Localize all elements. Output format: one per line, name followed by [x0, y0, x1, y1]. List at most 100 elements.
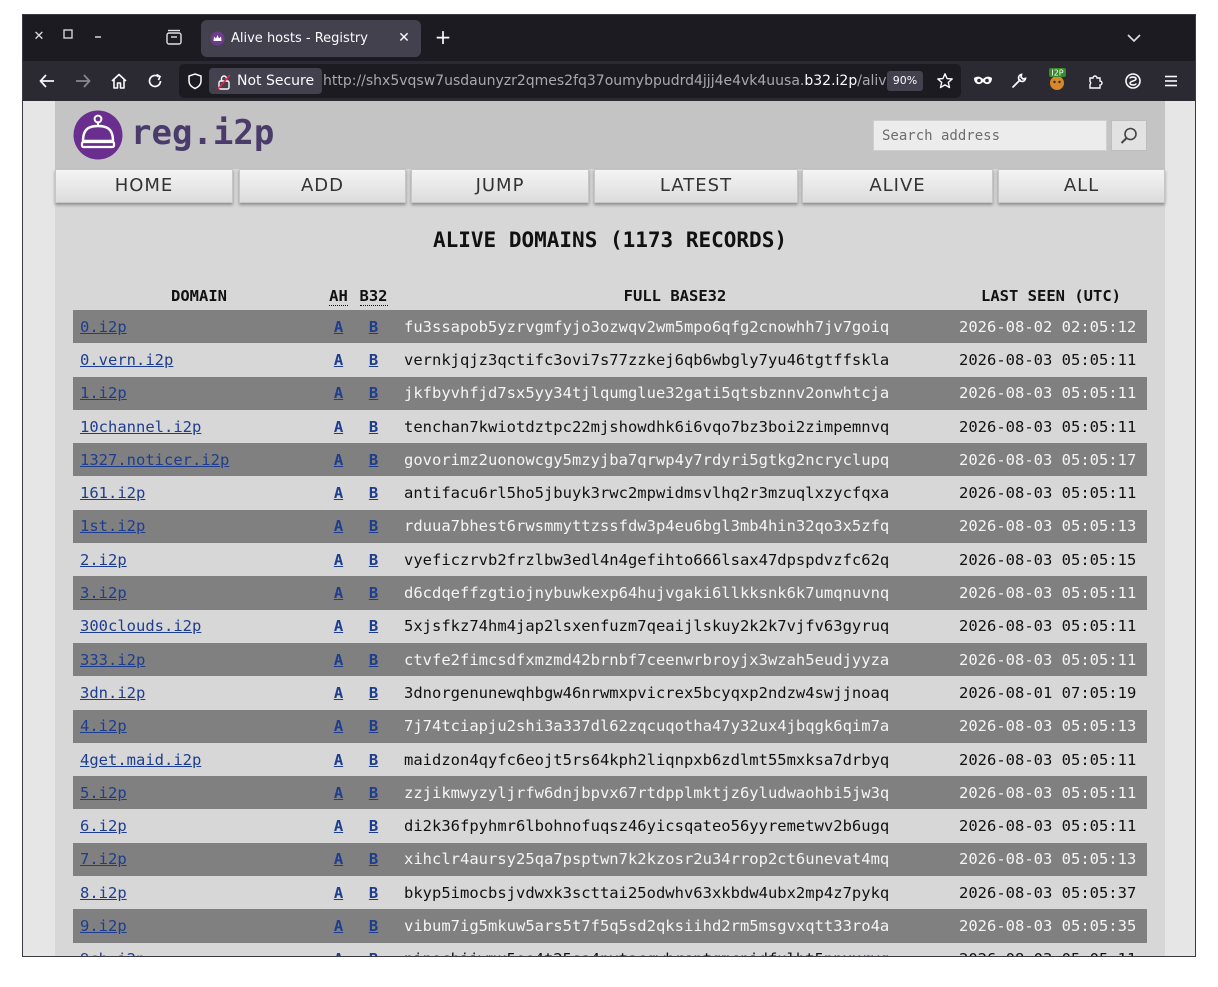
base32-link[interactable]: B: [369, 950, 378, 956]
table-row: 7.i2p A Bxihclr4aursy25qa7psptwn7k2kzosr2u…: [73, 842, 1147, 877]
base32-link[interactable]: B: [369, 617, 378, 635]
addresshelper-link[interactable]: A: [334, 584, 343, 602]
account-sync-icon[interactable]: [1119, 67, 1147, 95]
addresshelper-link[interactable]: A: [334, 917, 343, 935]
wrench-icon[interactable]: [1005, 67, 1033, 95]
reload-icon[interactable]: [141, 67, 169, 95]
base32-link[interactable]: B: [369, 551, 378, 569]
addresshelper-link[interactable]: A: [334, 850, 343, 868]
zoom-level-button[interactable]: 90%: [887, 71, 923, 91]
base32-link[interactable]: B: [369, 484, 378, 502]
base32-link[interactable]: B: [369, 884, 378, 902]
base32-link[interactable]: B: [369, 451, 378, 469]
domain-link[interactable]: 3dn.i2p: [80, 684, 145, 702]
crown-logo-icon[interactable]: [73, 110, 123, 160]
menu-add[interactable]: ADD: [239, 169, 406, 203]
base32-link[interactable]: B: [369, 351, 378, 369]
domain-link[interactable]: 9ch.i2p: [80, 950, 145, 956]
base32-link[interactable]: B: [369, 850, 378, 868]
domain-link[interactable]: 1st.i2p: [80, 517, 145, 535]
domain-link[interactable]: 161.i2p: [80, 484, 145, 502]
domain-link[interactable]: 1.i2p: [80, 384, 127, 402]
addresshelper-link[interactable]: A: [334, 551, 343, 569]
window-minimize-icon[interactable]: [88, 27, 108, 47]
hamburger-menu-icon[interactable]: [1157, 67, 1185, 95]
addresshelper-link[interactable]: A: [334, 651, 343, 669]
addresshelper-link[interactable]: A: [334, 784, 343, 802]
domain-link[interactable]: 333.i2p: [80, 651, 145, 669]
new-tab-icon[interactable]: +: [431, 26, 455, 50]
base32-link[interactable]: B: [369, 784, 378, 802]
url-text[interactable]: http://shx5vqsw7usdaunyzr2qmes2fq37oumyb…: [323, 64, 895, 98]
window-maximize-icon[interactable]: [58, 27, 78, 47]
extensions-puzzle-icon[interactable]: [1081, 67, 1109, 95]
menu-jump[interactable]: JUMP: [411, 169, 589, 203]
addresshelper-link[interactable]: A: [334, 617, 343, 635]
search-button[interactable]: [1111, 120, 1147, 151]
domain-cell: 10channel.i2p: [73, 410, 325, 443]
addresshelper-link[interactable]: A: [334, 318, 343, 336]
addresshelper-link[interactable]: A: [334, 817, 343, 835]
addresshelper-link[interactable]: A: [334, 451, 343, 469]
not-secure-indicator[interactable]: Not Secure: [209, 68, 323, 94]
tab-close-icon[interactable]: ✕: [395, 29, 413, 47]
forward-icon[interactable]: [69, 67, 97, 95]
domain-link[interactable]: 6.i2p: [80, 817, 127, 835]
addresshelper-link[interactable]: A: [334, 717, 343, 735]
domain-link[interactable]: 9.i2p: [80, 917, 127, 935]
window-close-icon[interactable]: ✕: [29, 27, 49, 47]
last-seen-cell: 2026-08-03 05:05:17: [955, 443, 1147, 477]
base32-link[interactable]: B: [369, 684, 378, 702]
home-icon[interactable]: [105, 67, 133, 95]
domain-cell: 0.i2p: [73, 310, 325, 344]
addresshelper-link[interactable]: A: [334, 418, 343, 436]
base32-link[interactable]: B: [369, 318, 378, 336]
tab-alive-hosts[interactable]: Alive hosts - Registry ✕: [201, 20, 421, 57]
domain-link[interactable]: 5.i2p: [80, 784, 127, 802]
base32-link[interactable]: B: [369, 917, 378, 935]
domain-link[interactable]: 1327.noticer.i2p: [80, 451, 229, 469]
domain-link[interactable]: 8.i2p: [80, 884, 127, 902]
domain-link[interactable]: 0.vern.i2p: [80, 351, 173, 369]
search-address-input[interactable]: [873, 120, 1107, 151]
base32-link[interactable]: B: [369, 751, 378, 769]
bookmark-star-icon[interactable]: [931, 67, 959, 95]
addresshelper-link[interactable]: A: [334, 351, 343, 369]
addresshelper-link[interactable]: A: [334, 517, 343, 535]
addresshelper-link[interactable]: A: [334, 751, 343, 769]
addresshelper-link[interactable]: A: [334, 950, 343, 956]
tab-overview-icon[interactable]: [161, 25, 187, 51]
domain-link[interactable]: 7.i2p: [80, 850, 127, 868]
addresshelper-link[interactable]: A: [334, 484, 343, 502]
base32-link[interactable]: B: [369, 651, 378, 669]
addresshelper-link[interactable]: A: [334, 684, 343, 702]
domain-link[interactable]: 4get.maid.i2p: [80, 751, 201, 769]
domain-link[interactable]: 10channel.i2p: [80, 418, 201, 436]
base32-link[interactable]: B: [369, 584, 378, 602]
tracking-shield-icon[interactable]: [181, 67, 209, 95]
site-logo-text[interactable]: reg.i2p: [131, 111, 274, 155]
domain-link[interactable]: 4.i2p: [80, 717, 127, 735]
chevron-down-icon[interactable]: [1123, 27, 1145, 49]
base32-link[interactable]: B: [369, 517, 378, 535]
addresshelper-link[interactable]: A: [334, 884, 343, 902]
base32-link[interactable]: B: [369, 717, 378, 735]
domain-link[interactable]: 2.i2p: [80, 551, 127, 569]
i2p-extension-icon[interactable]: I2P: [1043, 67, 1071, 95]
url-bar[interactable]: Not Secure http://shx5vqsw7usdaunyzr2qme…: [179, 64, 961, 98]
menu-home[interactable]: HOME: [55, 169, 233, 203]
domain-link[interactable]: 0.i2p: [80, 318, 127, 336]
menu-latest[interactable]: LATEST: [594, 169, 798, 203]
base32-link[interactable]: B: [369, 817, 378, 835]
base32-link[interactable]: B: [369, 384, 378, 402]
last-seen-cell: 2026-08-03 05:05:13: [955, 842, 1147, 877]
addresshelper-link[interactable]: A: [334, 384, 343, 402]
domain-link[interactable]: 3.i2p: [80, 584, 127, 602]
private-mask-icon[interactable]: [969, 67, 997, 95]
domain-link[interactable]: 300clouds.i2p: [80, 617, 201, 635]
full-base32-cell: 7j74tciapju2shi3a337dl62zqcuqotha47y32ux…: [395, 709, 955, 743]
menu-alive[interactable]: ALIVE: [802, 169, 993, 203]
menu-all[interactable]: ALL: [998, 169, 1165, 203]
back-icon[interactable]: [33, 67, 61, 95]
base32-link[interactable]: B: [369, 418, 378, 436]
